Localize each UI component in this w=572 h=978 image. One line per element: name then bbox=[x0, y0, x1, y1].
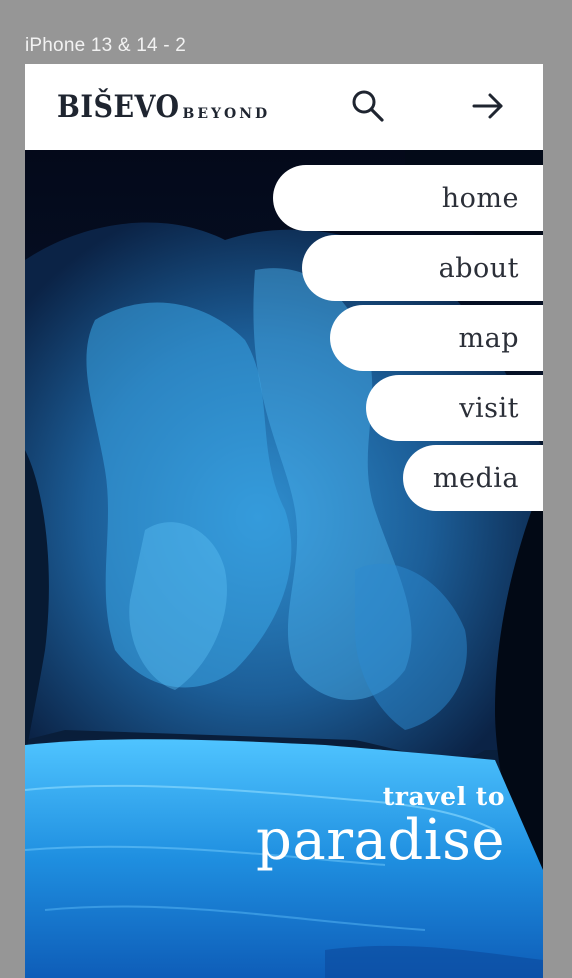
nav-item-label: visit bbox=[459, 392, 519, 424]
logo-main-text: BIŠEVO bbox=[57, 89, 180, 125]
nav-item-home[interactable]: home bbox=[273, 165, 543, 231]
hero-tagline: travel to paradise bbox=[256, 784, 505, 869]
nav-item-about[interactable]: about bbox=[302, 235, 543, 301]
nav-item-label: home bbox=[441, 182, 519, 214]
nav-item-label: map bbox=[458, 322, 519, 354]
frame-label: iPhone 13 & 14 - 2 bbox=[25, 35, 186, 56]
nav-item-visit[interactable]: visit bbox=[366, 375, 543, 441]
phone-frame: BIŠEVO BEYOND home about map visit media… bbox=[25, 64, 543, 978]
header: BIŠEVO BEYOND bbox=[25, 64, 543, 150]
nav-item-label: media bbox=[432, 462, 519, 494]
arrow-right-icon bbox=[472, 93, 503, 119]
tagline-small: travel to bbox=[382, 782, 505, 811]
next-button[interactable] bbox=[468, 86, 508, 126]
logo-sub-text: BEYOND bbox=[182, 106, 271, 122]
tagline-big: paradise bbox=[255, 808, 505, 873]
nav-item-media[interactable]: media bbox=[403, 445, 543, 511]
nav-item-label: about bbox=[438, 252, 519, 284]
logo[interactable]: BIŠEVO BEYOND bbox=[57, 89, 271, 125]
search-button[interactable] bbox=[348, 86, 388, 126]
nav-item-map[interactable]: map bbox=[330, 305, 543, 371]
search-icon bbox=[352, 90, 384, 122]
